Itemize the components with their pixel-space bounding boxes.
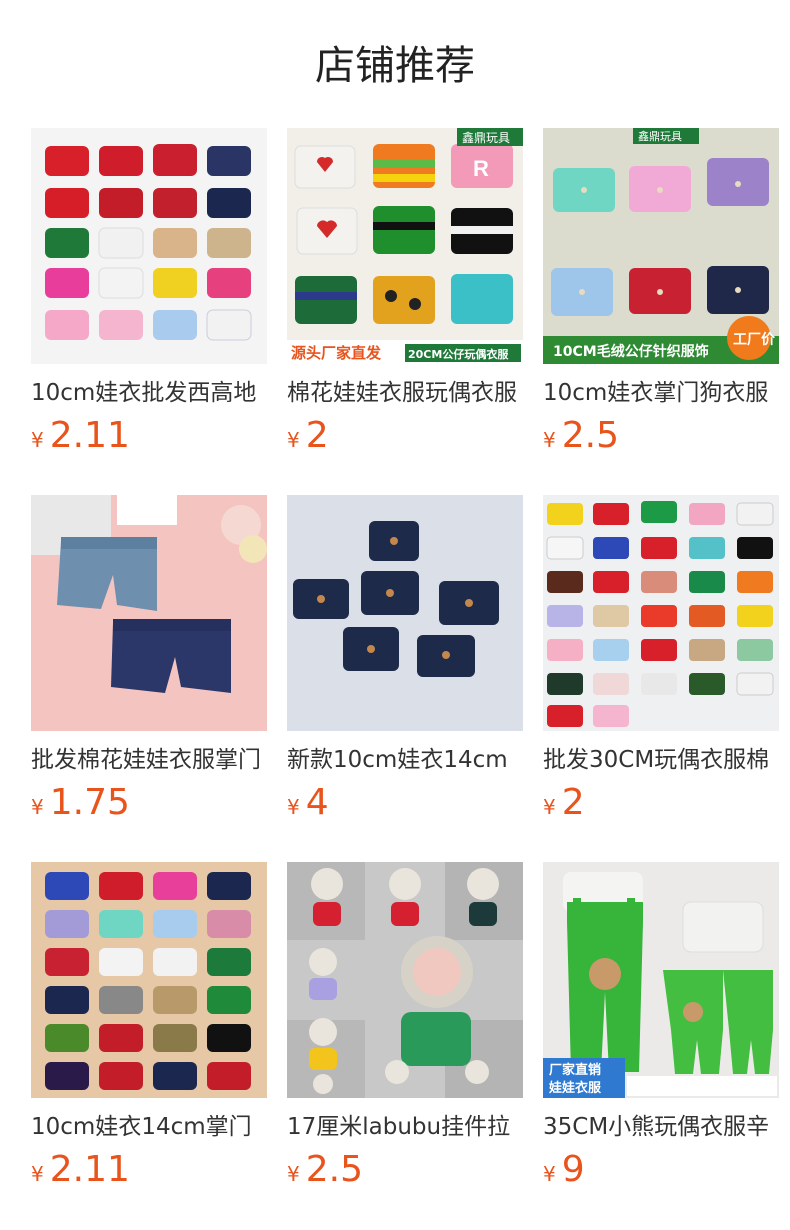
currency-symbol: ¥ — [31, 795, 44, 819]
product-image[interactable]: R 鑫鼎玩具 源头厂家直发 20CM公仔玩偶衣服 — [287, 128, 523, 364]
product-image[interactable] — [287, 862, 523, 1098]
navy-cardigans-image — [287, 495, 523, 731]
many-sweaters-image — [543, 495, 779, 731]
currency-symbol: ¥ — [287, 1162, 300, 1186]
currency-symbol: ¥ — [543, 428, 556, 452]
product-price: ¥2.11 — [31, 414, 267, 458]
page-title: 店铺推荐 — [315, 43, 475, 89]
sweaters-beige-image — [31, 862, 267, 1098]
knit-sweaters-image — [31, 128, 267, 364]
price-value: 9 — [561, 1149, 585, 1190]
product-price: ¥2 — [287, 414, 523, 458]
currency-symbol: ¥ — [543, 795, 556, 819]
product-price: ¥2 — [543, 781, 779, 825]
product-image[interactable] — [31, 495, 267, 731]
product-card[interactable]: 10cm娃衣批发西高地 ¥2.11 — [31, 128, 267, 495]
svg-text:R: R — [473, 156, 489, 181]
currency-symbol: ¥ — [287, 795, 300, 819]
product-name[interactable]: 35CM小熊玩偶衣服辛 — [543, 1110, 779, 1144]
plush-dolls-image — [287, 862, 523, 1098]
currency-symbol: ¥ — [287, 428, 300, 452]
brand-label: 鑫鼎玩具 — [462, 130, 510, 145]
slogan-label: 10CM毛绒公仔针织服饰 — [553, 343, 709, 360]
currency-symbol: ¥ — [31, 1162, 44, 1186]
product-image[interactable] — [31, 862, 267, 1098]
product-card[interactable]: 批发棉花娃娃衣服掌门 ¥1.75 — [31, 495, 267, 862]
product-name[interactable]: 新款10cm娃衣14cm — [287, 743, 523, 777]
price-value: 4 — [305, 782, 329, 823]
currency-symbol: ¥ — [31, 428, 44, 452]
product-image[interactable] — [543, 495, 779, 731]
product-name[interactable]: 棉花娃娃衣服玩偶衣服 — [287, 376, 523, 410]
spec-label: 20CM公仔玩偶衣服 — [408, 347, 509, 361]
product-price: ¥1.75 — [31, 781, 267, 825]
brand-label: 鑫鼎玩具 — [638, 129, 682, 143]
product-card[interactable]: 厂家直销 娃娃衣服 35CM小熊玩偶衣服辛 ¥9 — [543, 862, 779, 1229]
product-price: ¥2.11 — [31, 1148, 267, 1192]
price-value: 2 — [561, 782, 585, 823]
product-price: ¥2.5 — [287, 1148, 523, 1192]
denim-shorts-image — [31, 495, 267, 731]
product-price: ¥2.5 — [543, 414, 779, 458]
price-value: 2.5 — [561, 415, 619, 456]
product-name[interactable]: 批发30CM玩偶衣服棉 — [543, 743, 779, 777]
product-card[interactable]: 批发30CM玩偶衣服棉 ¥2 — [543, 495, 779, 862]
product-card[interactable]: 10cm娃衣14cm掌门 ¥2.11 — [31, 862, 267, 1229]
promo-label-2: 娃娃衣服 — [548, 1080, 602, 1096]
price-value: 2.11 — [49, 1149, 130, 1190]
cardigans-grid-image: 鑫鼎玩具 10CM毛绒公仔针织服饰 工厂价 — [543, 128, 779, 364]
product-card[interactable]: 新款10cm娃衣14cm ¥4 — [287, 495, 523, 862]
sweaters-grid-image: R 鑫鼎玩具 源头厂家直发 20CM公仔玩偶衣服 — [287, 128, 523, 364]
product-image[interactable]: 厂家直销 娃娃衣服 — [543, 862, 779, 1098]
product-name[interactable]: 10cm娃衣批发西高地 — [31, 376, 267, 410]
product-grid: 10cm娃衣批发西高地 ¥2.11 R 鑫鼎玩具 源头厂家直发 20CM公仔玩偶… — [31, 128, 790, 1229]
product-name[interactable]: 17厘米labubu挂件拉 — [287, 1110, 523, 1144]
product-card[interactable]: 17厘米labubu挂件拉 ¥2.5 — [287, 862, 523, 1229]
green-overalls-image: 厂家直销 娃娃衣服 — [543, 862, 779, 1098]
product-image[interactable]: 鑫鼎玩具 10CM毛绒公仔针织服饰 工厂价 — [543, 128, 779, 364]
price-value: 1.75 — [49, 782, 130, 823]
badge-label: 工厂价 — [733, 332, 776, 348]
product-image[interactable] — [31, 128, 267, 364]
product-name[interactable]: 批发棉花娃娃衣服掌门 — [31, 743, 267, 777]
product-price: ¥9 — [543, 1148, 779, 1192]
price-value: 2.5 — [305, 1149, 363, 1190]
price-value: 2.11 — [49, 415, 130, 456]
product-image[interactable] — [287, 495, 523, 731]
product-card[interactable]: R 鑫鼎玩具 源头厂家直发 20CM公仔玩偶衣服 棉花娃娃衣服玩偶衣服 ¥ 2 — [287, 128, 523, 495]
product-card[interactable]: 鑫鼎玩具 10CM毛绒公仔针织服饰 工厂价 10cm娃衣掌门狗衣服 ¥ 2.5 — [543, 128, 779, 495]
product-price: ¥4 — [287, 781, 523, 825]
promo-label: 源头厂家直发 — [291, 344, 382, 362]
promo-label-1: 厂家直销 — [549, 1062, 601, 1078]
price-value: 2 — [305, 415, 329, 456]
product-name[interactable]: 10cm娃衣掌门狗衣服 — [543, 376, 779, 410]
product-name[interactable]: 10cm娃衣14cm掌门 — [31, 1110, 267, 1144]
currency-symbol: ¥ — [543, 1162, 556, 1186]
